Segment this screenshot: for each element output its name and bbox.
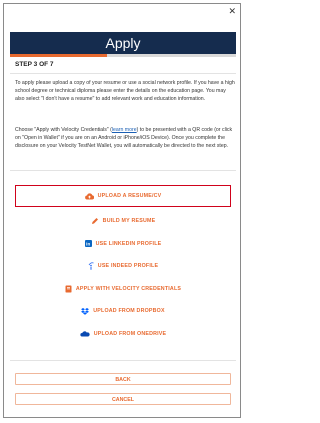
step-indicator: STEP 3 OF 7 xyxy=(15,61,54,68)
option-label: BUILD MY RESUME xyxy=(102,218,156,224)
onedrive-option[interactable]: UPLOAD FROM ONEDRIVE xyxy=(15,326,231,342)
pencil-icon xyxy=(91,217,99,225)
cancel-button[interactable]: CANCEL xyxy=(15,393,231,405)
dropbox-icon xyxy=(81,307,90,315)
dialog-header: Apply xyxy=(10,32,236,54)
divider xyxy=(10,73,236,74)
linkedin-icon: in xyxy=(84,240,92,248)
velocity-text-start: Choose "Apply with Velocity Credentials"… xyxy=(15,127,112,133)
divider xyxy=(10,360,236,361)
option-label: APPLY WITH VELOCITY CREDENTIALS xyxy=(75,285,182,292)
velocity-icon xyxy=(65,285,72,293)
cloud-upload-icon xyxy=(84,192,94,200)
apply-options-list: UPLOAD A RESUME/CV BUILD MY RESUME in US… xyxy=(15,185,231,349)
linkedin-option[interactable]: in USE LINKEDIN PROFILE xyxy=(15,236,231,252)
option-label: UPLOAD A RESUME/CV xyxy=(97,193,162,199)
learn-more-link[interactable]: learn more xyxy=(112,127,137,133)
indeed-option[interactable]: USE INDEED PROFILE xyxy=(15,258,231,274)
intro-paragraph: To apply please upload a copy of your re… xyxy=(15,80,235,102)
option-label: USE INDEED PROFILE xyxy=(97,263,159,270)
apply-dialog: ✕ Apply STEP 3 OF 7 To apply please uplo… xyxy=(3,3,241,418)
velocity-credentials-option[interactable]: APPLY WITH VELOCITY CREDENTIALS xyxy=(15,281,231,297)
upload-resume-option[interactable]: UPLOAD A RESUME/CV xyxy=(15,185,231,207)
option-label: UPLOAD FROM DROPBOX xyxy=(93,308,165,315)
dialog-title: Apply xyxy=(105,35,141,51)
option-label: UPLOAD FROM ONEDRIVE xyxy=(93,330,167,337)
build-resume-option[interactable]: BUILD MY RESUME xyxy=(15,213,231,229)
divider xyxy=(10,170,236,171)
step-progress-fill xyxy=(10,54,108,57)
company-logo-area xyxy=(4,4,240,32)
step-progress-bar xyxy=(10,54,236,57)
velocity-paragraph: Choose "Apply with Velocity Credentials"… xyxy=(15,126,235,150)
option-label: USE LINKEDIN PROFILE xyxy=(95,240,162,247)
onedrive-icon xyxy=(80,331,90,337)
svg-text:in: in xyxy=(86,242,90,247)
indeed-icon xyxy=(88,262,94,270)
dropbox-option[interactable]: UPLOAD FROM DROPBOX xyxy=(15,303,231,319)
back-button[interactable]: BACK xyxy=(15,373,231,385)
